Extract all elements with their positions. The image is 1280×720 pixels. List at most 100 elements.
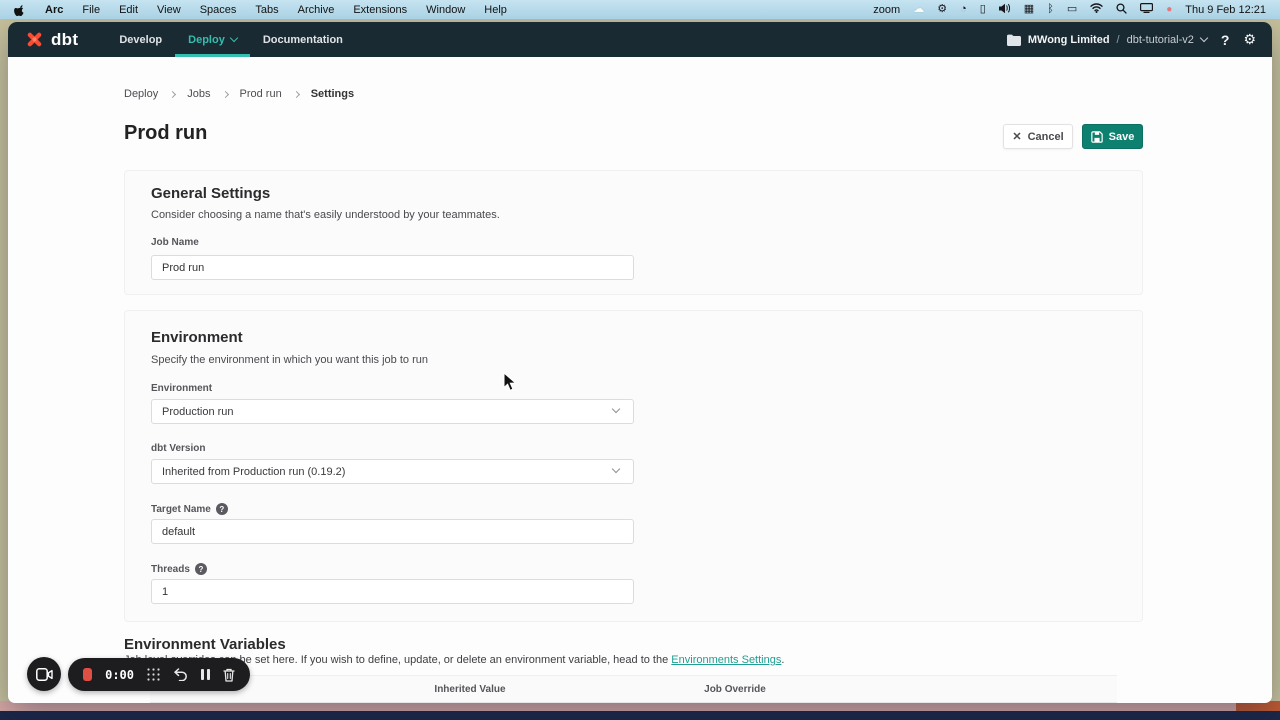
stop-record-button[interactable] [83, 668, 92, 681]
account-project-switcher[interactable]: MWong Limited / dbt-tutorial-v2 [1007, 34, 1207, 46]
dbt-logo[interactable]: dbt [24, 22, 78, 57]
trash-icon[interactable] [223, 668, 235, 682]
save-button[interactable]: Save [1082, 124, 1143, 149]
video-camera-icon [36, 668, 53, 681]
dbt-version-select-value: Inherited from Production run (0.19.2) [162, 466, 345, 478]
recording-toolbar: 0:00 [68, 658, 250, 691]
dbt-version-select[interactable]: Inherited from Production run (0.19.2) [151, 459, 634, 484]
nav-item-deploy[interactable]: Deploy [175, 22, 250, 57]
menubar-app-menu[interactable]: Arc [45, 4, 63, 16]
account-name: MWong Limited [1028, 34, 1110, 46]
gear-icon[interactable]: ⚙ [937, 4, 947, 15]
nav-item-label: Deploy [188, 34, 225, 46]
nav-item-label: Develop [119, 34, 162, 46]
pause-icon[interactable] [201, 669, 210, 680]
section-description-env-vars: Job level overrides can be set here. If … [124, 654, 1024, 666]
search-icon[interactable] [1116, 3, 1127, 17]
cancel-button-label: Cancel [1028, 131, 1064, 143]
dbt-version-label-text: dbt Version [151, 443, 205, 454]
browser-window: dbt Develop Deploy Documentation MWong L… [8, 22, 1272, 703]
nav-item-documentation[interactable]: Documentation [250, 22, 356, 57]
environment-label-text: Environment [151, 383, 212, 394]
help-circle-icon[interactable]: ? [195, 563, 207, 575]
menubar-item-spaces[interactable]: Spaces [200, 4, 237, 16]
breadcrumb-settings: Settings [311, 88, 354, 100]
nav-item-label: Documentation [263, 34, 343, 46]
table-header-inherited-value: Inherited Value [310, 684, 630, 695]
target-name-label-text: Target Name [151, 504, 211, 515]
chevron-down-icon [230, 34, 238, 42]
apple-icon[interactable] [14, 4, 26, 16]
undo-restart-icon[interactable] [173, 668, 188, 681]
calendar-icon[interactable]: ▦ [1024, 4, 1034, 15]
wifi-icon[interactable] [1090, 3, 1103, 16]
select-region-icon[interactable] [147, 668, 160, 681]
chevron-right-icon [169, 90, 176, 97]
breadcrumb-deploy[interactable]: Deploy [124, 88, 158, 100]
section-heading-general: General Settings [151, 185, 270, 202]
dbt-logo-icon [24, 29, 45, 50]
env-vars-desc-period: . [781, 654, 784, 666]
environment-select[interactable]: Production run [151, 399, 634, 424]
chevron-down-icon [612, 465, 620, 473]
recording-time: 0:00 [105, 668, 134, 682]
environments-settings-link[interactable]: Environments Settings [671, 654, 781, 666]
brand-name: dbt [51, 30, 78, 50]
target-name-input[interactable] [151, 519, 634, 544]
menubar-zoom-app[interactable]: zoom [873, 4, 900, 16]
save-button-label: Save [1109, 131, 1135, 143]
threads-input[interactable] [151, 579, 634, 604]
menubar-item-extensions[interactable]: Extensions [353, 4, 407, 16]
menubar-item-edit[interactable]: Edit [119, 4, 138, 16]
settings-gear-icon[interactable]: ⚙ [1243, 31, 1256, 48]
folder-icon [1007, 34, 1021, 46]
environment-label: Environment [151, 383, 212, 394]
chevron-down-icon [1200, 34, 1208, 42]
wallpaper-strip [0, 711, 1280, 720]
save-disk-icon [1091, 131, 1103, 143]
breadcrumb: Deploy Jobs Prod run Settings [124, 88, 354, 100]
menubar-item-archive[interactable]: Archive [298, 4, 335, 16]
help-circle-icon[interactable]: ? [216, 503, 228, 515]
chevron-right-icon [221, 90, 228, 97]
clock-icon[interactable]: ◔ [960, 4, 967, 15]
table-header-job-override: Job Override [630, 684, 840, 695]
record-dot-icon[interactable]: ● [1166, 5, 1172, 15]
menubar-item-tabs[interactable]: Tabs [255, 4, 278, 16]
menubar-item-window[interactable]: Window [426, 4, 465, 16]
battery-small-icon[interactable]: ▯ [980, 4, 986, 15]
chevron-down-icon [612, 405, 620, 413]
nav-item-develop[interactable]: Develop [106, 22, 175, 57]
close-icon: ✕ [1012, 130, 1021, 143]
menubar-item-view[interactable]: View [157, 4, 181, 16]
account-separator: / [1117, 34, 1120, 46]
job-name-input[interactable] [151, 255, 634, 280]
dbt-version-label: dbt Version [151, 443, 205, 454]
env-vars-table-header: Inherited Value Job Override [150, 675, 1117, 703]
menubar-item-file[interactable]: File [82, 4, 100, 16]
section-heading-env-vars: Environment Variables [124, 636, 286, 653]
volume-icon[interactable] [999, 3, 1011, 17]
breadcrumb-jobs[interactable]: Jobs [187, 88, 210, 100]
help-icon[interactable]: ? [1221, 32, 1230, 48]
job-name-label: Job Name [151, 237, 199, 248]
job-name-label-text: Job Name [151, 237, 199, 248]
menubar-item-help[interactable]: Help [484, 4, 507, 16]
threads-label: Threads ? [151, 563, 207, 575]
menubar-clock[interactable]: Thu 9 Feb 12:21 [1185, 4, 1266, 16]
cloud-icon[interactable]: ☁ [913, 4, 924, 15]
bluetooth-icon[interactable]: ᛒ [1047, 4, 1054, 15]
display-icon[interactable] [1140, 3, 1153, 16]
project-name: dbt-tutorial-v2 [1127, 34, 1194, 46]
dbt-navbar: dbt Develop Deploy Documentation MWong L… [8, 22, 1272, 57]
section-description-general: Consider choosing a name that's easily u… [151, 209, 500, 221]
cancel-button[interactable]: ✕ Cancel [1003, 124, 1073, 149]
chevron-right-icon [293, 90, 300, 97]
general-settings-card: General Settings Consider choosing a nam… [124, 170, 1143, 295]
environment-card: Environment Specify the environment in w… [124, 310, 1143, 622]
battery-icon[interactable]: ▭ [1067, 4, 1077, 15]
camera-bubble-button[interactable] [27, 657, 61, 691]
breadcrumb-prod-run[interactable]: Prod run [240, 88, 282, 100]
environment-select-value: Production run [162, 406, 234, 418]
page-title: Prod run [124, 122, 207, 145]
